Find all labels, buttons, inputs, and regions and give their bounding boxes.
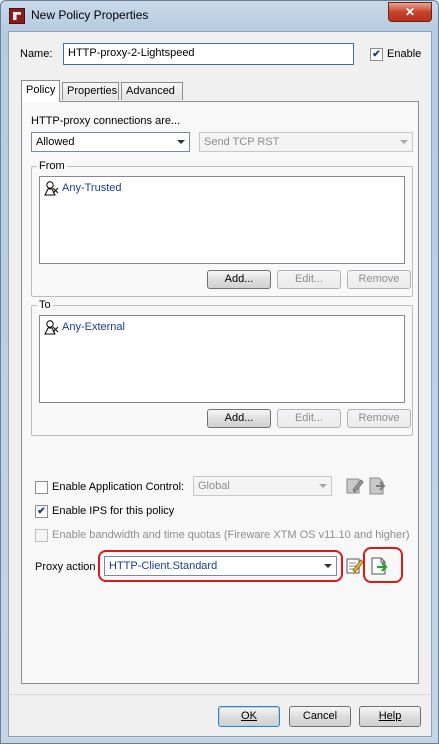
from-remove-button[interactable]: Remove xyxy=(347,270,411,289)
to-remove-button[interactable]: Remove xyxy=(347,409,411,428)
to-list[interactable]: Any-External xyxy=(39,315,405,403)
add-app-control-icon[interactable] xyxy=(367,476,387,496)
proxy-action-label: Proxy action xyxy=(35,561,96,573)
chevron-down-icon xyxy=(319,484,327,488)
bandwidth-checkbox[interactable] xyxy=(35,529,48,542)
help-button[interactable]: Help xyxy=(359,706,421,727)
alias-icon xyxy=(44,181,59,196)
from-edit-button[interactable]: Edit... xyxy=(277,270,341,289)
reject-action-select: Send TCP RST xyxy=(199,132,413,152)
connection-action-select[interactable]: Allowed xyxy=(31,132,190,152)
chevron-down-icon xyxy=(177,140,185,144)
policy-tab-panel: HTTP-proxy connections are... Allowed Se… xyxy=(21,101,419,684)
app-logo-icon xyxy=(9,8,25,24)
cancel-button-label: Cancel xyxy=(302,710,338,722)
to-edit-button[interactable]: Edit... xyxy=(277,409,341,428)
enable-label: Enable xyxy=(387,48,422,60)
edit-proxy-action-icon[interactable] xyxy=(345,556,365,576)
chevron-down-icon xyxy=(400,140,408,144)
ips-checkbox[interactable]: ✔ xyxy=(35,505,48,518)
reject-action-value: Send TCP RST xyxy=(204,136,280,148)
app-control-label: Enable Application Control: xyxy=(52,481,185,493)
name-label: Name: xyxy=(20,48,53,60)
name-input[interactable]: HTTP-proxy-2-Lightspeed xyxy=(63,43,354,65)
checkmark-icon: ✔ xyxy=(372,49,381,60)
to-add-button[interactable]: Add... xyxy=(207,409,271,428)
app-control-value: Global xyxy=(198,480,230,492)
to-item-label: Any-External xyxy=(62,321,125,333)
title-bar[interactable]: New Policy Properties ✕ xyxy=(1,1,438,31)
edit-app-control-icon[interactable] xyxy=(345,476,365,496)
dialog-window: New Policy Properties ✕ Name: HTTP-proxy… xyxy=(0,0,439,744)
clone-action-highlight xyxy=(363,547,403,583)
checkmark-icon: ✔ xyxy=(37,506,46,517)
from-add-button[interactable]: Add... xyxy=(207,270,271,289)
from-item-label: Any-Trusted xyxy=(62,182,122,194)
connection-action-value: Allowed xyxy=(36,136,75,148)
tab-advanced[interactable]: Advanced xyxy=(121,82,183,100)
help-button-label: Help xyxy=(378,710,402,722)
tab-policy[interactable]: Policy xyxy=(21,80,60,102)
from-list[interactable]: Any-Trusted xyxy=(39,176,405,264)
alias-icon xyxy=(44,320,59,335)
enable-checkbox[interactable]: ✔ xyxy=(370,48,383,61)
ok-button-label: OK xyxy=(241,710,257,722)
to-group: To Any-External Add... Edit... Remove xyxy=(31,299,413,436)
bandwidth-label: Enable bandwidth and time quotas (Firewa… xyxy=(52,529,410,541)
app-control-select: Global xyxy=(193,476,332,496)
ips-label: Enable IPS for this policy xyxy=(52,505,175,517)
connections-label: HTTP-proxy connections are... xyxy=(31,115,181,127)
window-title: New Policy Properties xyxy=(31,8,149,22)
proxy-action-highlight xyxy=(98,550,343,582)
tab-properties[interactable]: Properties xyxy=(62,82,119,100)
footer-separator xyxy=(9,694,431,695)
from-group: From Any-Trusted Add... Edit... Remove xyxy=(31,160,413,297)
app-control-checkbox[interactable] xyxy=(35,481,48,494)
to-legend: To xyxy=(37,299,53,311)
close-button[interactable]: ✕ xyxy=(388,2,432,22)
cancel-button[interactable]: Cancel xyxy=(289,706,351,727)
ok-button[interactable]: OK xyxy=(218,706,280,727)
dialog-content: Name: HTTP-proxy-2-Lightspeed ✔ Enable P… xyxy=(8,31,432,737)
from-legend: From xyxy=(37,160,67,172)
